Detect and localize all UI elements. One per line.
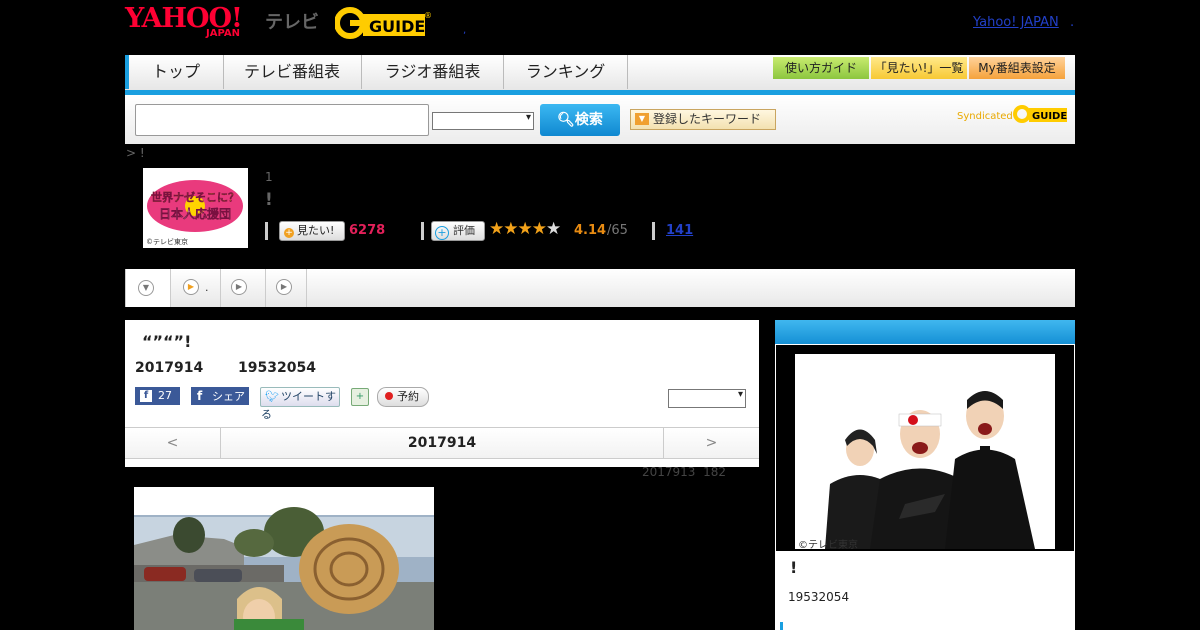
search-bar: ▾ 🔍︎検索 ▼ 登録したキーワード Syndicated GUIDE	[125, 95, 1075, 144]
yahoo-japan-link[interactable]: Yahoo! JAPAN	[973, 15, 1059, 30]
facebook-icon: f	[140, 390, 152, 402]
episode-date: 2017914	[135, 360, 204, 376]
search-category-select[interactable]: ▾	[432, 112, 534, 130]
star-icon: ★	[517, 219, 533, 239]
share-label: シェア	[212, 390, 245, 403]
tab-2[interactable]: ▶ .	[170, 269, 221, 307]
main-nav: トップ テレビ番組表 ラジオ番組表 ランキング 使い方ガイド 「見たい!」一覧 …	[125, 55, 1075, 91]
header: YAHOO! JAPAN テレビ GUIDE ® , Yahoo! JAPAN …	[0, 0, 1200, 55]
syndicated-gguide-logo: GUIDE	[1013, 105, 1067, 123]
gguide-logo[interactable]: GUIDE	[335, 6, 427, 40]
previous-episode-count: 182	[703, 465, 726, 479]
breadcrumb[interactable]: > !	[126, 146, 145, 160]
episode-code: 19532054	[238, 360, 316, 376]
divider	[652, 222, 655, 240]
rating-value: 4.14	[574, 223, 607, 238]
yahoo-japan-logo-text: JAPAN	[206, 28, 240, 39]
side-panel-header	[775, 320, 1075, 344]
nav-tab-ranking[interactable]: ランキング	[504, 55, 628, 89]
thumbnail-copyright: ©テレビ東京	[146, 237, 188, 246]
prev-day-button[interactable]: <	[125, 428, 221, 458]
previous-episode-info[interactable]: 2017913 182	[642, 465, 726, 479]
facebook-count-button[interactable]: f 27	[135, 387, 180, 405]
side-info: ! 19532054	[775, 552, 1075, 630]
want-count: 6278	[349, 223, 386, 238]
header-small-dot: ,	[463, 25, 467, 36]
want-button[interactable]: + 見たい!	[279, 221, 345, 241]
facebook-count: 27	[158, 389, 172, 402]
usage-guide-button[interactable]: 使い方ガイド	[773, 57, 869, 79]
rating-count: /65	[607, 223, 628, 238]
star-icon: ★	[531, 219, 547, 239]
tab-3[interactable]: ▶	[221, 269, 266, 307]
want-button-label: 見たい!	[297, 224, 335, 237]
header-trailing-dot: .	[1070, 15, 1075, 30]
play-icon: ▶	[231, 279, 247, 295]
nav-tab-top[interactable]: トップ	[125, 55, 224, 89]
record-icon	[385, 392, 393, 400]
thumbnail-title-line2: 日本人応援団	[159, 206, 231, 221]
chevron-down-icon: ▾	[737, 389, 743, 400]
thumbnail-title-line1: 世界ナゼそこに？	[151, 190, 239, 204]
facebook-share-button[interactable]: f シェア	[191, 387, 249, 405]
side-program-title: !	[790, 558, 798, 577]
previous-episode-date: 2017913	[642, 465, 696, 479]
tab-2-label: .	[205, 281, 209, 294]
next-day-button[interactable]: >	[663, 428, 759, 458]
syndicated-gguide-text: GUIDE	[1032, 111, 1067, 122]
rating-button-label: 評価	[453, 224, 475, 237]
play-icon: ▶	[183, 279, 199, 295]
nav-tab-tv-schedule[interactable]: テレビ番組表	[223, 55, 362, 89]
rating-button[interactable]: + 評価	[431, 221, 485, 241]
search-icon: 🔍︎	[557, 112, 575, 128]
plus-icon: +	[435, 226, 449, 240]
reserve-label: 予約	[397, 390, 419, 403]
episode-select[interactable]: ▾	[668, 389, 746, 408]
program-number: 1	[265, 170, 273, 184]
syndicated-label: Syndicated	[957, 111, 1013, 122]
side-program-code: 19532054	[788, 590, 850, 604]
episode-photo	[134, 487, 434, 630]
play-icon: ▶	[276, 279, 292, 295]
cast-photo-copyright: ©テレビ東京	[798, 540, 858, 551]
reserve-button[interactable]: 予約	[377, 387, 429, 407]
my-schedule-settings-button[interactable]: My番組表設定	[969, 57, 1065, 79]
star-icon: ★	[503, 219, 518, 239]
gguide-logo-text: GUIDE	[369, 17, 425, 36]
program-thumbnail[interactable]: 世界ナゼそこに？ 日本人応援団 ©テレビ東京	[143, 168, 248, 248]
facebook-icon: f	[197, 389, 203, 403]
registered-keywords-button[interactable]: ▼ 登録したキーワード	[630, 109, 776, 130]
search-button[interactable]: 🔍︎検索	[540, 104, 620, 136]
plus-icon: +	[284, 228, 294, 238]
cast-photo	[795, 354, 1055, 549]
episode-panel: “”“”! 2017914 19532054 f 27 f シェア 🐦︎ ツイートする…	[125, 320, 759, 467]
program-tabs: ▼ ▶ . ▶ ▶	[125, 269, 1075, 307]
dropdown-arrow-icon: ▼	[635, 113, 649, 125]
side-accent-bar	[780, 622, 783, 630]
twitter-bird-icon: 🐦︎	[265, 390, 279, 403]
tab-collapse[interactable]: ▼	[125, 269, 171, 307]
chevron-down-icon: ▾	[525, 112, 531, 123]
rating-stars: ★★★★★	[489, 219, 561, 239]
divider	[421, 222, 424, 240]
nav-tab-radio-schedule[interactable]: ラジオ番組表	[362, 55, 504, 89]
divider	[265, 222, 268, 240]
want-list-button[interactable]: 「見たい!」一覧	[871, 57, 967, 79]
calendar-add-icon[interactable]: +	[351, 388, 369, 406]
tweet-button[interactable]: 🐦︎ ツイートする	[260, 387, 340, 421]
search-input[interactable]	[135, 104, 429, 136]
registered-mark: ®	[424, 11, 432, 20]
current-date: 2017914	[407, 435, 477, 451]
review-count-link[interactable]: 141	[666, 223, 693, 238]
registered-keywords-label: 登録したキーワード	[653, 112, 762, 126]
program-title: !	[265, 190, 273, 210]
date-navigation: < 2017914 >	[125, 427, 759, 459]
star-icon: ★	[489, 219, 504, 239]
tab-4[interactable]: ▶	[266, 269, 307, 307]
star-icon: ★	[546, 219, 561, 239]
episode-title: “”“”!	[142, 332, 192, 351]
search-button-label: 検索	[574, 112, 603, 128]
tv-label[interactable]: テレビ	[265, 8, 319, 34]
chevron-down-icon: ▼	[138, 280, 154, 296]
